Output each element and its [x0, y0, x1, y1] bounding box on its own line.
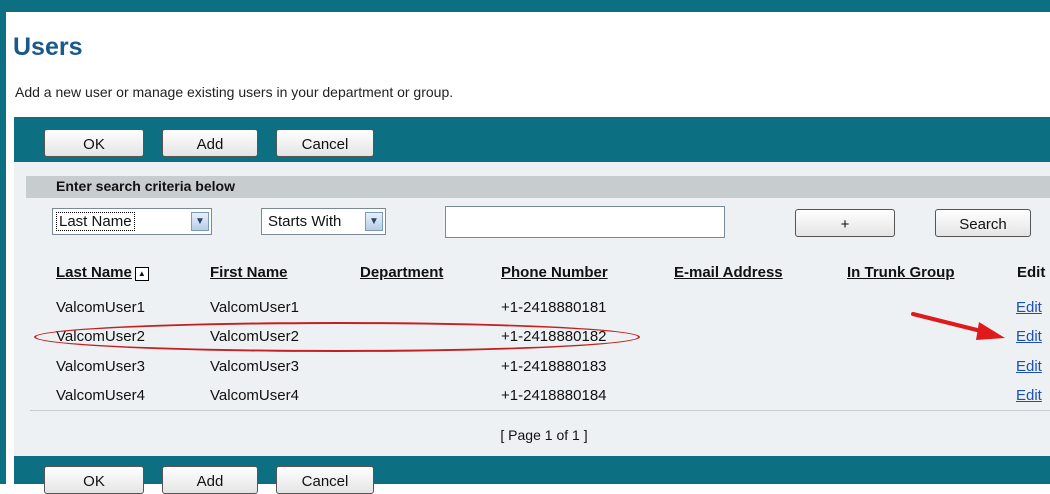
red-arrow-annotation	[911, 312, 1005, 340]
